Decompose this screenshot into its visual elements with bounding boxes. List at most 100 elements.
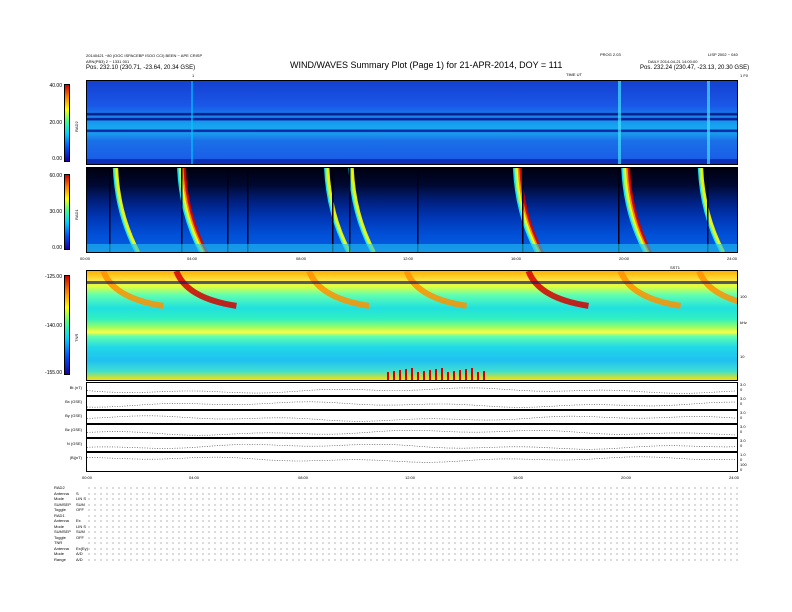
line-panel xyxy=(86,438,738,452)
summary-dot-row xyxy=(86,542,738,544)
rad1-xtick-1: 04:00 xyxy=(187,256,198,261)
tnr-speckle xyxy=(447,372,449,380)
line-panel-label: |B|(nT) xyxy=(69,455,82,460)
tnr-speckle xyxy=(405,369,407,380)
rad1-dropout-line xyxy=(417,168,419,252)
summary-label: SUMSEP xyxy=(54,529,71,534)
summary-dot-row xyxy=(86,492,738,495)
rad1-dropout-line xyxy=(618,168,620,252)
tnr-speckle xyxy=(399,370,401,380)
tnr-right-tick-10: 10 xyxy=(740,354,745,359)
summary-value: A/D xyxy=(76,551,83,556)
summary-label: SUMSEP xyxy=(54,501,71,507)
tnr-ytick-mid: -140.00 xyxy=(45,323,62,329)
tnr-burst xyxy=(525,271,589,309)
tnr-speckle xyxy=(477,372,479,380)
line-trace xyxy=(87,401,735,408)
rad1-dropout-line xyxy=(227,168,229,252)
rad1-xtick-2: 08:00 xyxy=(296,256,307,261)
tnr-speckle xyxy=(435,369,437,380)
line-panel xyxy=(86,396,738,410)
summary-label: Mode xyxy=(54,496,65,501)
summary-dot-row xyxy=(86,520,738,522)
tnr-ytick-top: -125.00 xyxy=(45,274,62,280)
rad1-ylabel: RAD1 xyxy=(74,209,79,220)
rad1-dropout-line xyxy=(349,168,351,252)
rad2-colorbar xyxy=(64,84,70,162)
rad1-dropout-line xyxy=(332,168,334,252)
rad2-ytick-top: 40.00 xyxy=(49,83,62,89)
tnr-right-unit: kHz xyxy=(740,320,747,325)
tnr-right-tick-100: 100 xyxy=(740,294,747,299)
header-right-top-1: PROG 2.03 xyxy=(600,52,621,57)
tnr-speckle xyxy=(459,370,461,380)
line-panel-label: By (GSE) xyxy=(65,413,82,418)
rad1-burst xyxy=(324,168,352,252)
rad1-burst xyxy=(348,168,376,252)
header-left-position: Pos. 232.10 (230.71, -23.64, 20.34 GSE) xyxy=(86,65,196,71)
tnr-burst xyxy=(306,271,370,309)
rad1-colorbar xyxy=(64,174,70,250)
page-title: WIND/WAVES Summary Plot (Page 1) for 21-… xyxy=(290,60,563,70)
summary-dot-row xyxy=(86,498,738,500)
summary-value: A/D xyxy=(76,556,83,562)
line-trace xyxy=(87,456,736,463)
tnr-burst xyxy=(696,271,737,305)
rad1-xtick-5: 20:00 xyxy=(619,256,630,261)
summary-label: Mode xyxy=(54,523,65,529)
line-panel xyxy=(86,382,738,396)
tnr-speckle xyxy=(423,371,425,380)
line-xtick-6: 24:00 xyxy=(729,475,740,480)
rad1-burst xyxy=(512,168,544,252)
tnr-burst xyxy=(100,271,164,309)
line-panel-trace xyxy=(86,387,736,394)
line-panel-trace xyxy=(86,415,736,422)
summary-label: Antenna xyxy=(54,490,69,496)
rad1-xtick-4: 16:00 xyxy=(511,256,522,261)
summary-value: S xyxy=(76,490,79,496)
rad1-spectrogram xyxy=(86,167,738,253)
summary-dot-row xyxy=(86,487,738,489)
line-panel-label: Bt (nT) xyxy=(69,385,82,390)
line-panel xyxy=(86,410,738,424)
rad1-ytick-mid: 30.00 xyxy=(49,209,62,215)
line-panel-trace xyxy=(87,456,736,463)
summary-dot-row xyxy=(86,531,738,533)
summary-value: LIN S xyxy=(76,496,87,501)
tnr-speckle xyxy=(471,368,473,380)
line-panel-right-tick: 0 xyxy=(740,429,743,434)
rad1-xtick-6: 24:00 xyxy=(727,256,738,261)
rad1-burst xyxy=(621,168,652,252)
rad1-ytick-bottom: 0.00 xyxy=(52,245,62,251)
summary-label: RAD1 xyxy=(54,512,65,518)
rad2-burst-layer xyxy=(87,81,737,164)
rad1-dropout-line xyxy=(522,168,524,252)
summary-label: Antenna xyxy=(54,518,69,523)
line-panel-trace xyxy=(86,444,736,450)
tnr-speckle xyxy=(411,368,413,380)
tnr-speckle xyxy=(483,371,485,380)
line-panel-right-tick: 0 xyxy=(740,467,743,472)
line-xtick-4: 16:00 xyxy=(513,475,524,480)
tnr-speckle xyxy=(465,369,467,380)
rad1-burst xyxy=(112,168,140,252)
rad1-burst-layer xyxy=(87,168,737,252)
tnr-speckle xyxy=(453,371,455,380)
summary-dot-row xyxy=(86,553,738,555)
line-panel-right-tick: 0 xyxy=(740,401,743,406)
summary-label: TNR xyxy=(54,540,63,545)
line-xtick-3: 12:00 xyxy=(405,475,416,480)
tnr-speckle xyxy=(387,372,389,380)
tnr-ytick-bottom: -155.00 xyxy=(45,370,62,376)
tnr-speckle xyxy=(441,368,443,380)
rad1-xtick-0: 00:00 xyxy=(80,256,91,261)
summary-value: LIN S xyxy=(76,523,87,529)
rad1-dropout-line xyxy=(109,168,111,252)
summary-label: RAD2 xyxy=(54,485,65,490)
line-panel-right-tick: 0 xyxy=(740,415,743,420)
header-left-line2: ARN(PB3) 2 ~ 1331 001 xyxy=(86,59,130,64)
summary-label: Antenna xyxy=(54,545,69,551)
summary-label: Toggle xyxy=(54,534,66,540)
line-xtick-5: 20:00 xyxy=(621,475,632,480)
rad1-xtick-3: 12:00 xyxy=(403,256,414,261)
